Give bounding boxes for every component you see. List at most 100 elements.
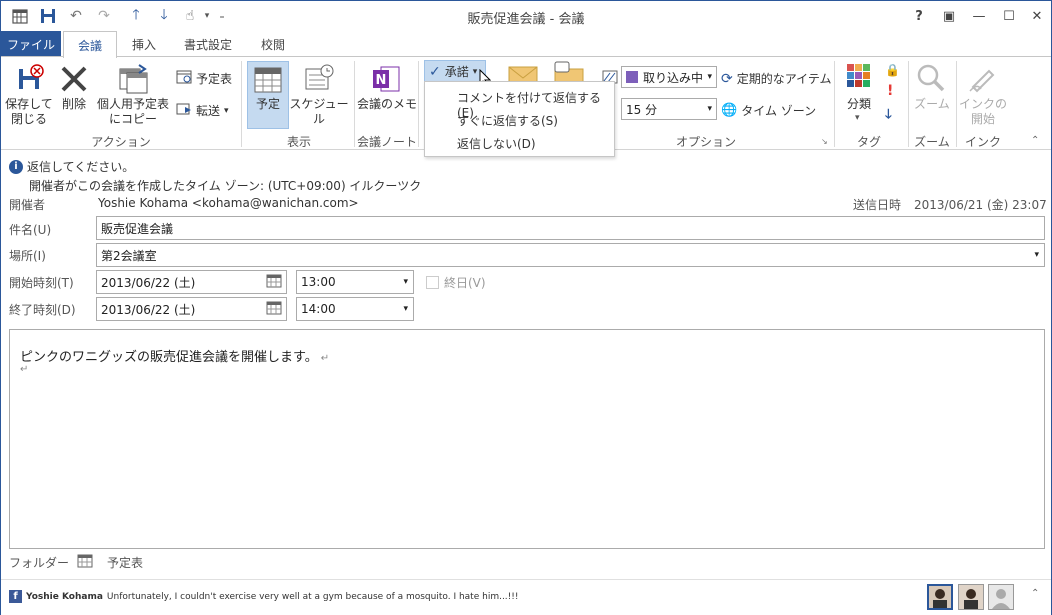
options-group-label: オプション	[675, 135, 736, 149]
subject-field[interactable]: 販売促進会議	[96, 216, 1045, 240]
expand-people-pane-icon[interactable]: ⌃	[1031, 588, 1039, 599]
delete-icon	[58, 63, 90, 95]
private-lock-icon[interactable]: 🔒	[885, 63, 900, 77]
group-separator	[241, 61, 242, 147]
avatar[interactable]	[958, 584, 984, 610]
categorize-button[interactable]: 分類	[839, 97, 879, 112]
time-zone-label: タイム ゾーン	[741, 104, 817, 118]
save-close-icon	[13, 63, 45, 95]
message-body[interactable]: ピンクのワニグッズの販売促進会議を開催します。 ↵ ↵	[9, 329, 1045, 549]
accept-label: 承諾	[444, 65, 469, 79]
copy-label-2: にコピー	[108, 112, 157, 126]
schedule-icon	[303, 63, 335, 95]
folder-label: フォルダー	[9, 556, 70, 570]
collapse-ribbon-icon[interactable]: ⌃	[1031, 135, 1039, 146]
people-pane-bar: f Yoshie Kohama Unfortunately, I couldn'…	[1, 579, 1051, 615]
reminder-select[interactable]: 15 分 ▾	[621, 98, 717, 120]
copy-label-1: 個人用予定表	[96, 97, 169, 111]
avatar-placeholder[interactable]	[988, 584, 1014, 610]
date-picker-icon[interactable]	[266, 301, 282, 318]
start-inking-button[interactable]: インクの 開始	[959, 97, 1007, 127]
subject-label: 件名(U)	[9, 223, 52, 237]
accept-dropdown-menu: コメントを付けて返信する(E) すぐに返信する(S) 返信しない(D)	[424, 81, 615, 157]
forward-dropdown-icon[interactable]: ▾	[224, 106, 229, 116]
menu-item-do-not-reply[interactable]: 返信しない(D)	[457, 135, 536, 152]
location-label: 場所(I)	[9, 249, 46, 263]
chevron-down-icon[interactable]: ▾	[403, 304, 408, 314]
tab-format[interactable]: 書式設定	[173, 31, 243, 57]
recurrence-button[interactable]: ⟳ 定期的なアイテム	[721, 70, 832, 87]
options-dialog-launcher-icon[interactable]: ↘	[821, 137, 828, 146]
onenote-icon: N	[371, 63, 403, 95]
ink-label-2: 開始	[970, 112, 995, 126]
forward-button[interactable]: 転送 ▾	[176, 102, 229, 119]
chevron-down-icon[interactable]: ▾	[403, 277, 408, 287]
calendar-label: 予定表	[196, 72, 233, 86]
end-date-field[interactable]: 2013/06/22 (土)	[96, 297, 287, 321]
group-separator	[834, 61, 835, 147]
organizer-value: Yoshie Kohama <kohama@wanichan.com>	[98, 196, 359, 210]
tab-meeting[interactable]: 会議	[63, 31, 117, 58]
zoom-group-label: ズーム	[914, 135, 950, 149]
all-day-checkbox-box[interactable]	[426, 276, 439, 289]
accept-dropdown-icon[interactable]: ▾	[473, 67, 478, 77]
facebook-icon: f	[9, 590, 22, 603]
high-importance-icon[interactable]: !	[887, 83, 893, 99]
folder-row: フォルダー 予定表	[9, 554, 143, 571]
calendar-button[interactable]: 予定表	[176, 70, 232, 87]
info-bar: i 返信してください。 開催者がこの会議を作成したタイム ゾーン: (UTC+0…	[9, 158, 421, 194]
title-bar: ↶ ↷ 🡑 🡓 ☝ ▾ ₌ 販売促進会議 - 会議 ? ▣ — ☐ ✕	[1, 1, 1051, 31]
help-button[interactable]: ?	[905, 5, 933, 27]
tags-group-label: タグ	[856, 135, 881, 149]
copy-to-personal-calendar-button[interactable]: 個人用予定表 にコピー	[93, 97, 173, 127]
low-importance-icon[interactable]: 🡓	[885, 105, 892, 127]
maximize-button[interactable]: ☐	[995, 5, 1023, 27]
avatar[interactable]	[927, 584, 953, 610]
body-line-1: ピンクのワニグッズの販売促進会議を開催します。 ↵	[20, 346, 329, 365]
date-picker-icon[interactable]	[266, 274, 282, 291]
paragraph-mark-icon: ↵	[320, 353, 330, 364]
svg-text:N: N	[376, 73, 387, 88]
meeting-window: ↶ ↷ 🡑 🡓 ☝ ▾ ₌ 販売促進会議 - 会議 ? ▣ — ☐ ✕ ファイル…	[0, 0, 1052, 615]
delete-button[interactable]: 削除	[55, 97, 93, 112]
forward-label: 転送	[196, 104, 221, 118]
recurrence-icon: ⟳	[721, 70, 733, 87]
social-status: f Yoshie Kohama Unfortunately, I couldn'…	[9, 590, 519, 603]
meeting-notes-button[interactable]: 会議のメモ	[357, 97, 417, 112]
zoom-button[interactable]: ズーム	[911, 97, 953, 112]
menu-item-reply-now[interactable]: すぐに返信する(S)	[457, 112, 558, 129]
sent-value: 2013/06/21 (金) 23:07	[914, 198, 1047, 212]
display-group-label: 表示	[286, 135, 311, 149]
show-as-select[interactable]: 取り込み中 ▾	[621, 66, 717, 88]
group-separator	[908, 61, 909, 147]
folder-calendar-icon	[77, 554, 93, 571]
ribbon-display-button[interactable]: ▣	[935, 5, 963, 27]
tab-file[interactable]: ファイル	[1, 31, 61, 57]
window-title: 販売促進会議 - 会議	[467, 12, 585, 27]
info-line-1: i 返信してください。	[9, 158, 421, 175]
start-time-field[interactable]: 13:00 ▾	[296, 270, 414, 294]
time-zone-button[interactable]: 🌐 タイム ゾーン	[721, 102, 816, 119]
tab-insert[interactable]: 挿入	[119, 31, 169, 57]
copy-to-calendar-icon	[117, 63, 149, 95]
close-button[interactable]: ✕	[1023, 5, 1051, 27]
categorize-icon	[846, 63, 878, 95]
minimize-button[interactable]: —	[965, 5, 993, 27]
meeting-notes-group-label: 会議ノート	[357, 135, 418, 149]
chevron-down-icon[interactable]: ▾	[1034, 250, 1039, 260]
save-close-button[interactable]: 保存して 閉じる	[5, 97, 53, 127]
location-field[interactable]: 第2会議室 ▾	[96, 243, 1045, 267]
appointment-icon	[252, 65, 284, 97]
recurrence-label: 定期的なアイテム	[736, 72, 832, 86]
categorize-dropdown-icon[interactable]: ▾	[855, 113, 860, 123]
group-separator	[956, 61, 957, 147]
start-date-field[interactable]: 2013/06/22 (土)	[96, 270, 287, 294]
chevron-down-icon: ▾	[707, 104, 712, 114]
tab-review[interactable]: 校閲	[249, 31, 297, 57]
all-day-checkbox[interactable]: 終日(V)	[426, 274, 486, 291]
schedule-button[interactable]: スケジュール	[289, 97, 349, 127]
start-time-value: 13:00	[301, 275, 336, 289]
calendar-small-icon	[176, 70, 192, 87]
chevron-down-icon: ▾	[707, 72, 712, 82]
end-time-field[interactable]: 14:00 ▾	[296, 297, 414, 321]
